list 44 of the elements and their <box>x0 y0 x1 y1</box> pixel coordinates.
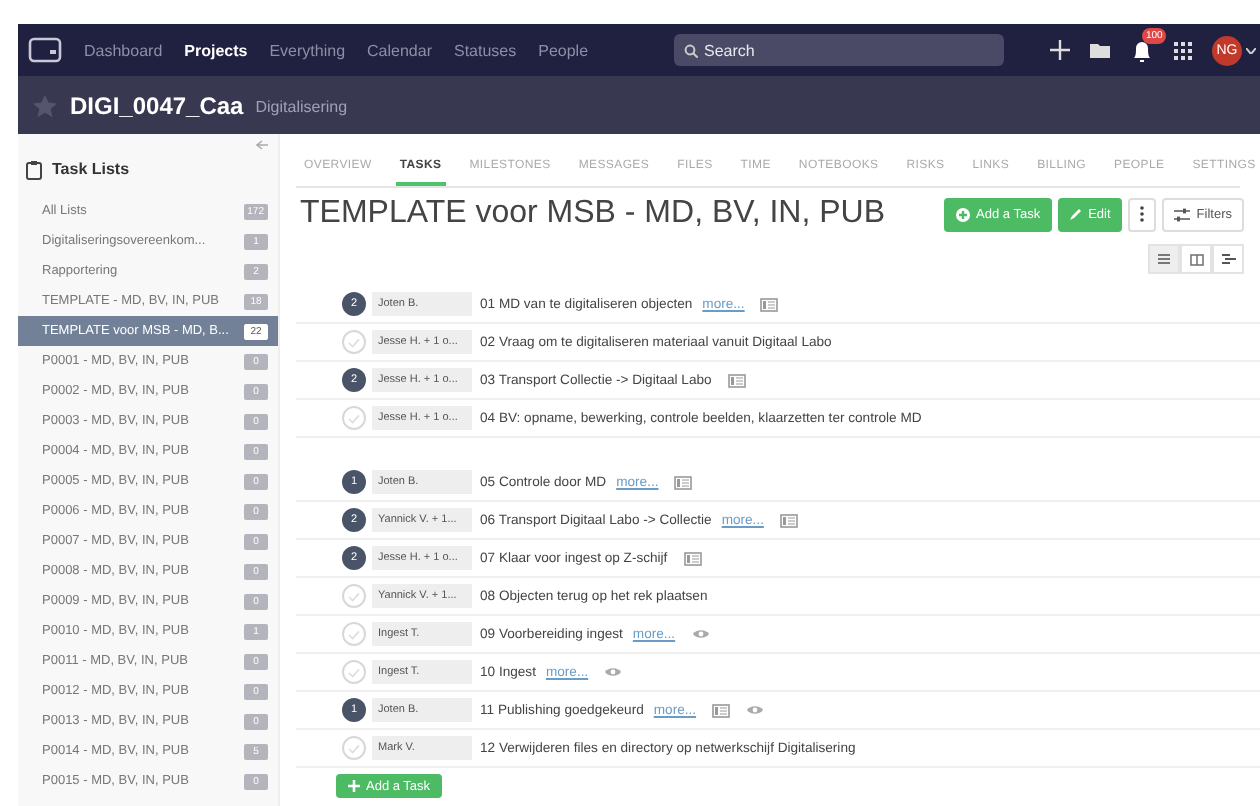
sliders-icon <box>1174 207 1191 221</box>
more-options-button[interactable] <box>1128 197 1157 231</box>
check-icon <box>348 629 360 639</box>
nav-link[interactable]: Calendar <box>367 41 432 59</box>
check-icon <box>348 667 360 677</box>
plus-icon[interactable] <box>1050 40 1070 60</box>
check-icon <box>348 591 360 601</box>
check-icon <box>348 337 360 347</box>
star-icon[interactable] <box>32 93 58 117</box>
plus-icon <box>348 780 360 792</box>
task-checkbox[interactable] <box>342 736 366 760</box>
collapse-icon[interactable] <box>256 140 268 150</box>
task-checkbox[interactable] <box>342 584 366 608</box>
nav-link[interactable]: People <box>538 41 589 59</box>
task-list-title: TEMPLATE voor MSB - MD, BV, IN, PUB <box>300 196 886 232</box>
task-checkbox[interactable] <box>342 406 366 430</box>
project-category: Digitalisering <box>255 98 348 116</box>
pencil-icon <box>1070 208 1083 220</box>
task-checkbox[interactable] <box>342 622 366 646</box>
search-field[interactable]: Search <box>674 34 1004 66</box>
folder-icon[interactable] <box>1090 42 1110 58</box>
nav-link[interactable]: Everything <box>269 41 346 59</box>
gantt-view-button[interactable] <box>1212 244 1244 274</box>
list-view-button[interactable] <box>1148 244 1180 274</box>
bell-icon[interactable] <box>1130 40 1154 64</box>
columns-icon <box>1189 253 1203 265</box>
task-checkbox[interactable] <box>342 660 366 684</box>
check-icon <box>348 413 360 423</box>
nav-link[interactable]: Projects <box>184 41 248 59</box>
check-icon <box>348 743 360 753</box>
clipboard-icon <box>26 159 42 179</box>
caret-icon[interactable] <box>1246 47 1256 53</box>
bars-icon <box>1221 254 1235 264</box>
nav-link[interactable]: Statuses <box>453 41 517 59</box>
plus-circle-icon <box>956 207 971 221</box>
apps-grid-icon[interactable] <box>1174 41 1192 59</box>
nav-link[interactable]: Dashboard <box>84 41 163 59</box>
project-name: DIGI_0047_Caa <box>70 91 244 119</box>
sidebar-title: Task Lists <box>52 160 130 178</box>
folder-icon[interactable] <box>28 36 62 64</box>
board-view-button[interactable] <box>1180 244 1212 274</box>
list-icon <box>1158 254 1170 264</box>
task-checkbox[interactable] <box>342 330 366 354</box>
kebab-icon <box>1140 206 1145 222</box>
